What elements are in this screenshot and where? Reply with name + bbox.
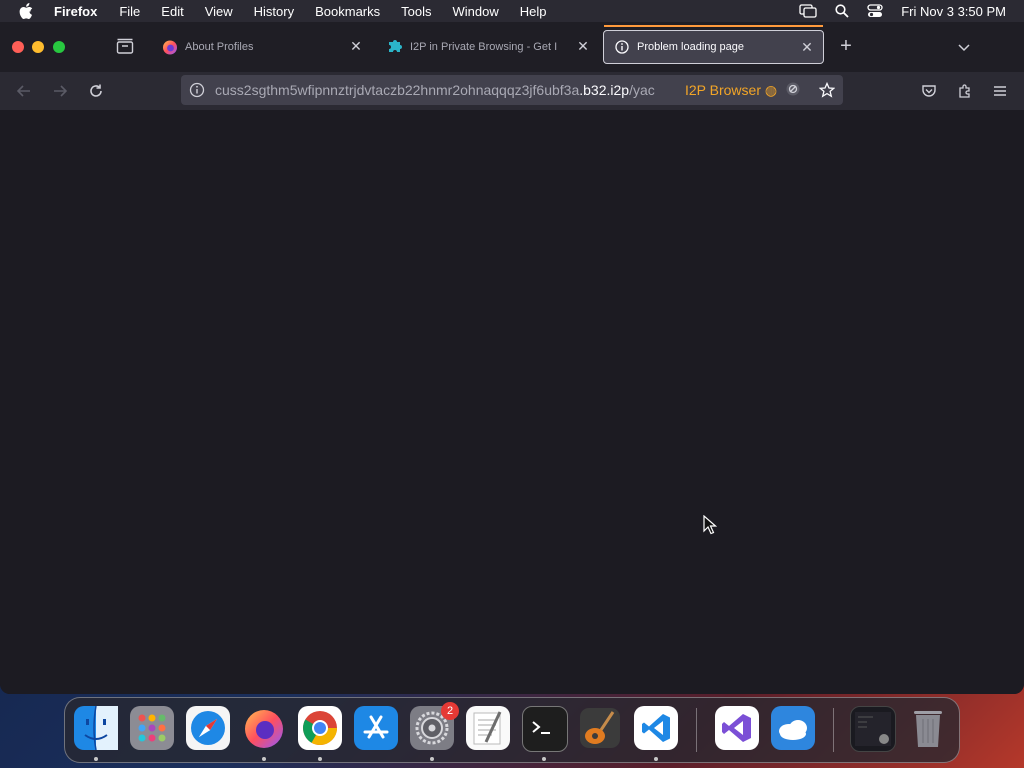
i2p-browser-badge[interactable]: I2P Browser ◍ bbox=[685, 82, 777, 99]
mouse-pointer-icon bbox=[703, 514, 718, 535]
hamburger-menu-icon[interactable] bbox=[990, 81, 1010, 101]
menu-help[interactable]: Help bbox=[520, 4, 547, 19]
menu-window[interactable]: Window bbox=[453, 4, 499, 19]
running-indicator bbox=[430, 757, 434, 761]
screenshot-thumbnail-icon[interactable] bbox=[850, 706, 896, 752]
menu-app-name[interactable]: Firefox bbox=[54, 4, 97, 19]
forward-arrow-icon[interactable] bbox=[50, 81, 70, 101]
menu-view[interactable]: View bbox=[205, 4, 233, 19]
running-indicator bbox=[654, 757, 658, 761]
launchpad-icon[interactable] bbox=[130, 706, 174, 750]
firefox-icon bbox=[162, 39, 178, 55]
i2p-badge-label: I2P Browser bbox=[685, 81, 761, 98]
window-maximize-button[interactable] bbox=[53, 41, 65, 53]
i2p-badge-icon: ◍ bbox=[764, 81, 778, 98]
list-all-tabs-chevron-icon[interactable] bbox=[956, 39, 972, 55]
site-info-icon[interactable] bbox=[189, 82, 205, 98]
dock: 2 bbox=[64, 697, 960, 763]
info-icon bbox=[614, 39, 630, 55]
terminal-icon[interactable] bbox=[522, 706, 568, 752]
menu-file[interactable]: File bbox=[119, 4, 140, 19]
url-prefix: cuss2sgthm5wfipnnztrjdvtaczb22hnmr2ohnaq… bbox=[215, 82, 580, 98]
dock-separator bbox=[833, 708, 834, 752]
chrome-icon[interactable] bbox=[298, 706, 342, 750]
control-center-icon[interactable] bbox=[867, 4, 883, 18]
running-indicator bbox=[262, 757, 266, 761]
running-indicator bbox=[542, 757, 546, 761]
safari-icon[interactable] bbox=[186, 706, 230, 750]
window-close-button[interactable] bbox=[12, 41, 24, 53]
back-arrow-icon[interactable] bbox=[14, 81, 34, 101]
menu-edit[interactable]: Edit bbox=[161, 4, 183, 19]
garageband-icon[interactable] bbox=[578, 706, 622, 750]
reload-icon[interactable] bbox=[86, 81, 106, 101]
bookmark-star-icon[interactable] bbox=[818, 81, 836, 101]
menubar-clock[interactable]: Fri Nov 3 3:50 PM bbox=[901, 4, 1006, 19]
tab-label: About Profiles bbox=[185, 41, 254, 53]
app-store-icon[interactable] bbox=[354, 706, 398, 750]
tab-close-icon[interactable]: ✕ bbox=[575, 38, 591, 54]
tab-label: I2P in Private Browsing - Get I bbox=[410, 41, 558, 53]
tracking-protection-icon[interactable] bbox=[785, 81, 801, 100]
tab-problem-loading-page[interactable]: Problem loading page ✕ bbox=[603, 25, 824, 64]
page-content-area[interactable] bbox=[0, 110, 1024, 694]
finder-icon[interactable] bbox=[74, 706, 118, 750]
tab-i2p-private-browsing[interactable]: I2P in Private Browsing - Get I ✕ bbox=[377, 30, 599, 64]
url-suffix: /yac bbox=[629, 82, 655, 98]
visual-studio-icon[interactable] bbox=[715, 706, 759, 750]
pocket-icon[interactable] bbox=[919, 81, 939, 101]
screen-mirroring-icon[interactable] bbox=[799, 4, 817, 18]
tab-close-icon[interactable]: ✕ bbox=[799, 39, 815, 55]
vscode-icon[interactable] bbox=[634, 706, 678, 750]
apple-menu-icon[interactable] bbox=[19, 3, 35, 19]
url-host: .b32.i2p bbox=[579, 82, 630, 98]
i2p-puzzle-icon bbox=[387, 39, 403, 55]
menu-history[interactable]: History bbox=[254, 4, 294, 19]
new-tab-plus-icon[interactable]: + bbox=[837, 36, 855, 56]
tab-strip: About Profiles ✕ I2P in Private Browsing… bbox=[0, 22, 1024, 72]
weather-icon[interactable] bbox=[771, 706, 815, 750]
url-text[interactable]: cuss2sgthm5wfipnnztrjdvtaczb22hnmr2ohnaq… bbox=[215, 82, 677, 98]
running-indicator bbox=[94, 757, 98, 761]
tab-about-profiles[interactable]: About Profiles ✕ bbox=[152, 30, 372, 64]
notification-badge: 2 bbox=[441, 702, 459, 720]
navigation-toolbar: cuss2sgthm5wfipnnztrjdvtaczb22hnmr2ohnaq… bbox=[0, 72, 1024, 111]
tab-label: Problem loading page bbox=[637, 41, 745, 53]
textedit-icon[interactable] bbox=[466, 706, 510, 750]
running-indicator bbox=[318, 757, 322, 761]
menu-bookmarks[interactable]: Bookmarks bbox=[315, 4, 380, 19]
firefox-dock-icon[interactable] bbox=[242, 706, 286, 750]
spotlight-search-icon[interactable] bbox=[835, 4, 849, 18]
firefox-view-icon[interactable] bbox=[116, 38, 136, 56]
window-minimize-button[interactable] bbox=[32, 41, 44, 53]
menu-tools[interactable]: Tools bbox=[401, 4, 431, 19]
dock-separator bbox=[696, 708, 697, 752]
extensions-puzzle-icon[interactable] bbox=[955, 81, 975, 101]
trash-icon[interactable] bbox=[906, 706, 950, 750]
url-bar[interactable]: cuss2sgthm5wfipnnztrjdvtaczb22hnmr2ohnaq… bbox=[181, 75, 843, 105]
menu-bar: Firefox File Edit View History Bookmarks… bbox=[0, 0, 1024, 22]
tab-close-icon[interactable]: ✕ bbox=[348, 38, 364, 54]
browser-window: About Profiles ✕ I2P in Private Browsing… bbox=[0, 22, 1024, 694]
